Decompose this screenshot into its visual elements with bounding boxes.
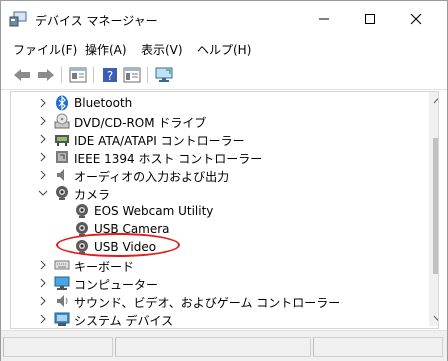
chevron-right-icon[interactable] <box>38 151 48 163</box>
tree-item-computer[interactable]: コンピューター <box>11 274 421 292</box>
tree-item-ide[interactable]: IDE ATA/ATAPI コントローラー <box>11 130 421 148</box>
back-button[interactable] <box>11 64 33 86</box>
properties-icon <box>69 67 87 83</box>
vertical-scrollbar[interactable] <box>429 92 438 326</box>
tree-item-label: USB Camera <box>94 222 170 236</box>
back-arrow-icon <box>14 69 30 81</box>
device-view-icon <box>123 67 141 83</box>
scan-hardware-button[interactable] <box>153 64 175 86</box>
tree-item-system-devices[interactable]: システム デバイス <box>11 310 421 328</box>
device-manager-app-icon <box>9 11 27 27</box>
toolbar: ? <box>1 61 447 90</box>
chevron-right-icon[interactable] <box>38 115 48 127</box>
webcam-icon <box>76 240 88 254</box>
speaker-icon <box>57 295 68 307</box>
camera-icon <box>56 186 68 200</box>
tree-item-label: IEEE 1394 ホスト コントローラー <box>74 152 263 166</box>
tree-item-usb-video[interactable]: USB Video <box>11 238 421 256</box>
tree-item-eos-webcam[interactable]: EOS Webcam Utility <box>11 202 421 220</box>
help-button[interactable]: ? <box>99 64 121 86</box>
computer-icon <box>54 276 70 290</box>
menu-action[interactable]: 操作(A) <box>85 41 127 58</box>
ieee1394-icon <box>56 151 68 163</box>
device-view-button[interactable] <box>121 64 143 86</box>
audio-icon <box>57 169 64 181</box>
toolbar-separator <box>147 67 148 83</box>
chevron-right-icon[interactable] <box>38 97 48 109</box>
tree-item-dvd[interactable]: DVD/CD-ROM ドライブ <box>11 112 421 130</box>
chevron-down-icon <box>433 315 438 321</box>
chevron-right-icon[interactable] <box>38 295 48 307</box>
properties-button[interactable] <box>67 64 89 86</box>
tree-item-bluetooth[interactable]: Bluetooth <box>11 94 421 112</box>
chevron-up-icon <box>433 97 438 103</box>
menu-view[interactable]: 表示(V) <box>141 41 183 58</box>
tree-item-label: コンピューター <box>74 278 159 292</box>
tree-item-sound-video-game[interactable]: サウンド、ビデオ、およびゲーム コントローラー <box>11 292 421 310</box>
minimize-button[interactable] <box>301 1 347 37</box>
menu-bar: ファイル(F) 操作(A) 表示(V) ヘルプ(H) <box>1 37 447 59</box>
device-manager-window: デバイス マネージャー ファイル(F) 操作(A) 表示(V) ヘルプ(H) ? <box>0 0 448 361</box>
tree-item-ieee1394[interactable]: IEEE 1394 ホスト コントローラー <box>11 148 421 166</box>
system-device-icon <box>54 312 70 326</box>
scroll-up-button[interactable] <box>429 92 438 109</box>
status-bar <box>1 330 447 361</box>
tree-item-label: サウンド、ビデオ、およびゲーム コントローラー <box>74 296 341 310</box>
bluetooth-icon <box>56 95 68 111</box>
keyboard-icon <box>54 260 70 270</box>
tree-item-usb-camera[interactable]: USB Camera <box>11 220 421 238</box>
tree-item-label: システム デバイス <box>74 314 174 328</box>
close-button[interactable] <box>393 1 439 37</box>
help-icon: ? <box>103 68 117 83</box>
webcam-icon <box>76 204 88 218</box>
tree-item-label: Bluetooth <box>74 96 133 110</box>
monitor-icon <box>155 67 173 82</box>
tree-item-camera[interactable]: カメラ <box>11 184 421 202</box>
title-bar: デバイス マネージャー <box>1 1 447 37</box>
device-tree[interactable]: Bluetooth DVD/CD-ROM ドライブ IDE ATA/ATAPI … <box>10 91 439 329</box>
window-title: デバイス マネージャー <box>35 14 158 28</box>
menu-file[interactable]: ファイル(F) <box>13 41 77 58</box>
tree-item-label: EOS Webcam Utility <box>94 204 214 218</box>
ide-controller-icon <box>55 135 69 146</box>
toolbar-separator <box>93 67 94 83</box>
status-cell <box>115 337 311 357</box>
scroll-down-button[interactable] <box>429 309 438 326</box>
tree-item-keyboard[interactable]: キーボード <box>11 256 421 274</box>
chevron-right-icon[interactable] <box>38 259 48 271</box>
tree-item-audio[interactable]: オーディオの入力および出力 <box>11 166 421 184</box>
dvd-drive-icon <box>54 113 70 129</box>
maximize-button[interactable] <box>347 1 393 37</box>
close-icon <box>410 13 422 25</box>
menu-help[interactable]: ヘルプ(H) <box>197 41 251 58</box>
chevron-down-icon[interactable] <box>38 187 48 199</box>
chevron-right-icon[interactable] <box>38 277 48 289</box>
tree-item-label: オーディオの入力および出力 <box>74 170 230 184</box>
forward-button[interactable] <box>35 64 57 86</box>
tree-item-label: USB Video <box>94 240 157 254</box>
tree-item-label: DVD/CD-ROM ドライブ <box>74 116 207 130</box>
tree-item-label: キーボード <box>74 260 135 274</box>
webcam-icon <box>76 222 88 236</box>
chevron-right-icon[interactable] <box>38 133 48 145</box>
scrollbar-thumb[interactable] <box>433 138 438 274</box>
minimize-icon <box>319 18 329 20</box>
status-cell <box>3 337 113 357</box>
tree-item-label: IDE ATA/ATAPI コントローラー <box>74 134 245 148</box>
toolbar-separator <box>61 67 62 83</box>
chevron-right-icon[interactable] <box>38 313 48 325</box>
status-cell <box>313 337 443 357</box>
svg-text:?: ? <box>107 69 113 83</box>
tree-item-label: カメラ <box>74 188 111 202</box>
chevron-right-icon[interactable] <box>38 169 48 181</box>
maximize-icon <box>365 14 375 24</box>
forward-arrow-icon <box>38 69 54 81</box>
